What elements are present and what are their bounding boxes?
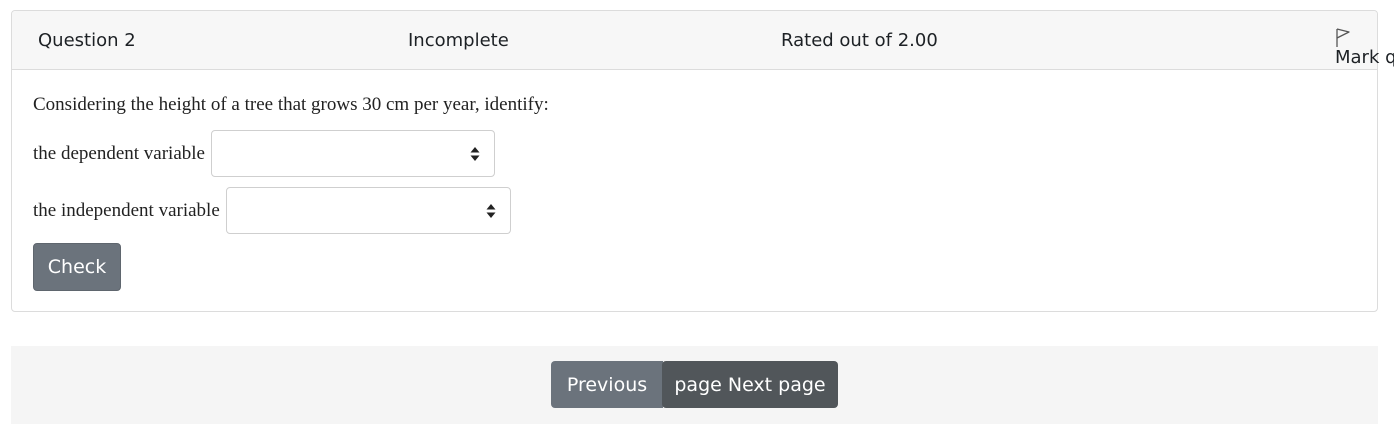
sort-caret-icon [486, 204, 496, 218]
question-card: Question 2 Incomplete Rated out of 2.00 … [11, 10, 1394, 312]
dependent-variable-select[interactable] [210, 130, 495, 177]
mark-question-label: Mark question [1335, 47, 1394, 68]
question-number: Question 2 [38, 30, 136, 51]
dependent-variable-label: the dependent variable [33, 142, 205, 164]
question-text: Considering the height of a tree that gr… [33, 94, 549, 115]
subquestion-independent: the independent variable [33, 187, 511, 234]
flag-icon [1336, 28, 1350, 47]
question-header: Question 2 Incomplete Rated out of 2.00 … [12, 11, 1394, 70]
next-page-button[interactable]: page Next page [662, 361, 838, 408]
mark-question-button[interactable]: Mark question [1335, 28, 1394, 68]
independent-variable-select[interactable] [225, 187, 511, 234]
previous-button[interactable]: Previous [551, 361, 663, 408]
question-body: Considering the height of a tree that gr… [12, 70, 1377, 291]
check-button[interactable]: Check [33, 243, 121, 291]
sort-caret-icon [470, 147, 480, 161]
page-navigation: Previous page Next page [11, 346, 1378, 424]
question-grade: Rated out of 2.00 [781, 30, 938, 51]
question-state: Incomplete [408, 30, 509, 51]
subquestion-dependent: the dependent variable [33, 130, 495, 177]
independent-variable-label: the independent variable [33, 199, 220, 221]
